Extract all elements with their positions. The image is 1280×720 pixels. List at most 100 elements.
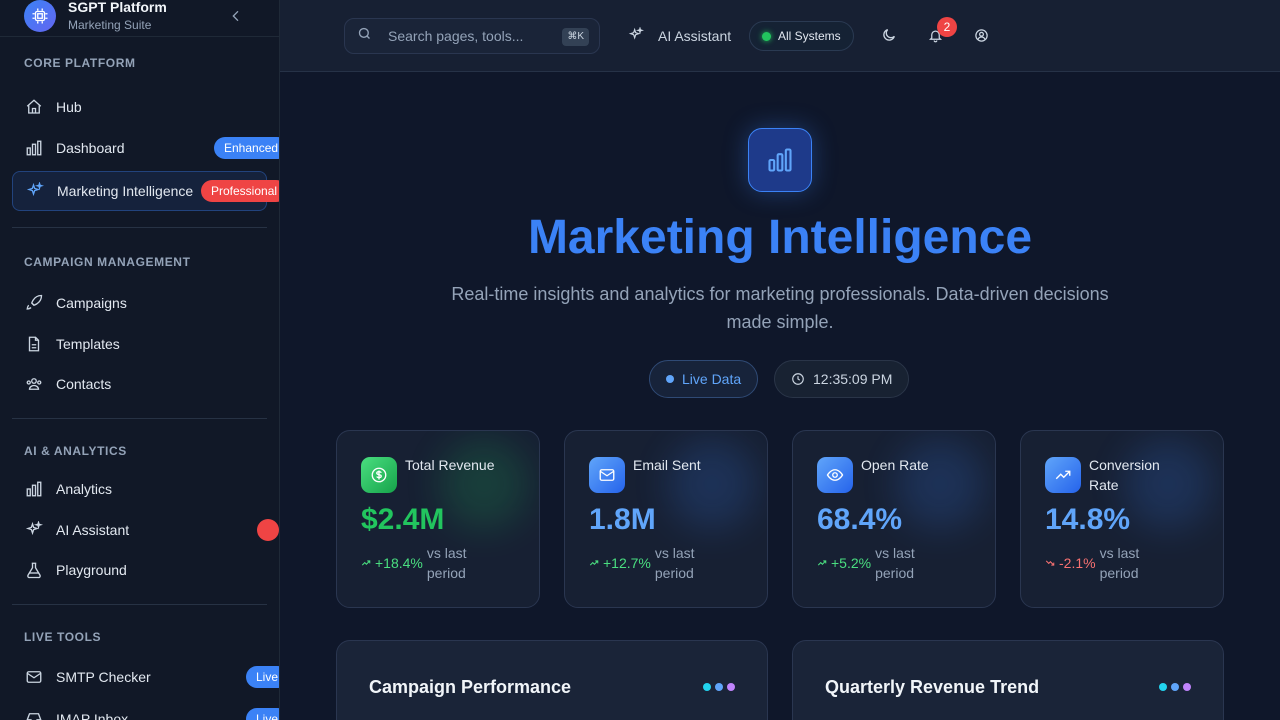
bar-chart-icon (24, 138, 44, 158)
quarterly-revenue-panel: Quarterly Revenue Trend (792, 640, 1224, 720)
stat-label: Email Sent (633, 457, 701, 473)
ai-assistant-label: AI Assistant (658, 28, 732, 44)
page-subtitle: Real-time insights and analytics for mar… (451, 284, 1109, 332)
main-content: Marketing Intelligence Real-time insight… (280, 72, 1280, 720)
stat-value: 68.4% (817, 503, 903, 536)
chip-icon (24, 0, 56, 32)
sparkles-icon (24, 520, 44, 540)
stat-label: Total Revenue (405, 457, 495, 473)
professional-badge: Professional (201, 180, 279, 202)
live-badge: Live (246, 708, 279, 720)
trending-up-icon (1045, 457, 1081, 493)
section-title-live-tools: LIVE TOOLS (24, 630, 102, 644)
rocket-icon (24, 293, 44, 313)
trend-up-icon (817, 555, 827, 571)
section-title-core: CORE PLATFORM (24, 56, 136, 70)
live-data-pill[interactable]: Live Data (649, 360, 759, 398)
brand-subtitle: Marketing Suite (68, 18, 152, 32)
stat-change: +5.2% (831, 555, 872, 571)
moon-icon[interactable] (880, 26, 898, 44)
sidebar-item-label: Dashboard (56, 140, 125, 156)
file-text-icon (24, 334, 44, 354)
live-badge: Live (246, 666, 279, 688)
stat-card-email-sent[interactable]: Email Sent 1.8M +12.7% vs last period (564, 430, 768, 608)
mail-icon (24, 667, 44, 687)
stat-change: -2.1% (1059, 555, 1096, 571)
panel-title: Campaign Performance (369, 677, 572, 697)
stat-card-total-revenue[interactable]: Total Revenue $2.4M +18.4% vs last perio… (336, 430, 540, 608)
stat-card-conversion-rate[interactable]: Conversion Rate 14.8% -2.1% vs last peri… (1020, 430, 1224, 608)
trend-down-icon (1045, 555, 1055, 571)
stat-value: $2.4M (361, 503, 445, 536)
sidebar-item-playground[interactable]: Playground (0, 550, 279, 590)
top-bar: Search pages, tools... ⌘K AI Assistant A… (280, 0, 1280, 72)
sidebar-item-dashboard[interactable]: Dashboard Enhanced (0, 128, 279, 168)
panel-indicator-dots (699, 683, 735, 691)
eye-icon (817, 457, 853, 493)
sidebar-item-label: Analytics (56, 481, 113, 497)
search-icon (357, 26, 372, 46)
sidebar-item-marketing-intelligence[interactable]: Marketing Intelligence Professional (12, 171, 279, 211)
sidebar-item-label: Templates (56, 336, 120, 352)
campaign-performance-panel: Campaign Performance (336, 640, 768, 720)
live-data-label: Live Data (682, 371, 742, 387)
user-circle-icon[interactable] (972, 26, 990, 44)
stat-comparison: vs last period (1099, 545, 1140, 581)
sidebar-item-label: Campaigns (56, 295, 127, 311)
status-dot (762, 31, 771, 41)
card-glow (439, 439, 529, 529)
clock-icon (791, 372, 805, 386)
current-time: 12:35:09 PM (813, 371, 893, 387)
sidebar-item-ai-assistant[interactable]: AI Assistant (0, 510, 279, 550)
flask-icon (24, 560, 44, 580)
stat-change: +12.7% (603, 555, 651, 571)
sidebar-item-analytics[interactable]: Analytics (0, 469, 279, 509)
inbox-icon (24, 709, 44, 720)
sidebar-item-label: Hub (56, 99, 82, 115)
stat-label: Open Rate (861, 457, 929, 473)
sidebar-item-hub[interactable]: Hub (0, 87, 279, 127)
system-status[interactable]: All Systems (749, 21, 854, 51)
sidebar: SGPT Platform Marketing Suite CORE PLATF… (0, 0, 280, 720)
stat-comparison: vs last period (875, 545, 915, 581)
notification-count: 2 (937, 17, 957, 37)
sidebar-item-contacts[interactable]: Contacts (0, 364, 279, 404)
clock-pill: 12:35:09 PM (774, 360, 910, 398)
stat-comparison: vs last period (654, 545, 695, 581)
users-icon (24, 374, 44, 394)
stat-change: +18.4% (375, 555, 423, 571)
trend-up-icon (361, 555, 371, 571)
card-glow (895, 439, 985, 529)
trend-up-icon (589, 555, 599, 571)
sidebar-item-label: IMAP Inbox (56, 711, 129, 720)
search-shortcut: ⌘K (562, 28, 589, 46)
page-title: Marketing Intelligence (527, 211, 1033, 264)
search-input[interactable]: Search pages, tools... ⌘K (344, 18, 600, 54)
stat-comparison: vs last period (426, 545, 467, 581)
ai-assistant-button[interactable]: AI Assistant (620, 18, 739, 54)
live-dot (666, 375, 674, 383)
search-placeholder: Search pages, tools... (388, 28, 524, 44)
stat-label: Conversion Rate (1089, 457, 1160, 493)
panel-title: Quarterly Revenue Trend (825, 677, 1040, 697)
stat-value: 14.8% (1045, 503, 1131, 536)
brand-header: SGPT Platform Marketing Suite (0, 0, 279, 37)
stat-card-open-rate[interactable]: Open Rate 68.4% +5.2% vs last period (792, 430, 996, 608)
status-label: All Systems (778, 29, 841, 43)
sparkles-icon (25, 181, 45, 201)
sidebar-item-smtp-checker[interactable]: SMTP Checker Live (0, 657, 279, 697)
home-icon (24, 97, 44, 117)
section-title-ai-analytics: AI & ANALYTICS (24, 444, 127, 458)
enhanced-badge: Enhanced (214, 137, 279, 159)
sidebar-item-templates[interactable]: Templates (0, 324, 279, 364)
sidebar-item-label: Playground (56, 562, 127, 578)
sidebar-item-campaigns[interactable]: Campaigns (0, 283, 279, 323)
panel-indicator-dots (1155, 683, 1191, 691)
chevron-left-icon[interactable] (228, 8, 244, 24)
sidebar-item-label: Marketing Intelligence (57, 183, 194, 199)
dollar-icon (361, 457, 397, 493)
sidebar-item-label: Contacts (56, 376, 112, 392)
sidebar-item-imap-inbox[interactable]: IMAP Inbox Live (0, 699, 279, 720)
sidebar-item-label: AI Assistant (56, 522, 130, 538)
card-glow (667, 439, 757, 529)
